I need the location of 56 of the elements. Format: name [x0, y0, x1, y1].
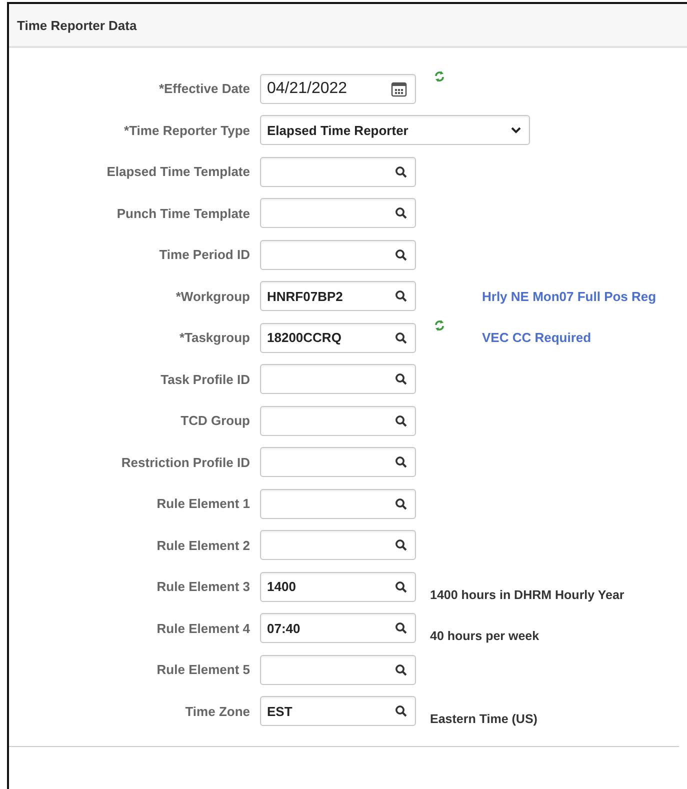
refresh-icon[interactable]	[434, 319, 445, 332]
lookup-field[interactable]	[260, 156, 416, 187]
field-label: *Time Reporter Type	[123, 122, 250, 138]
search-icon[interactable]	[395, 373, 407, 386]
search-icon[interactable]	[395, 539, 407, 552]
field-label: Elapsed Time Template	[106, 164, 250, 180]
calendar-icon[interactable]	[391, 80, 407, 97]
lookup-field[interactable]	[260, 406, 416, 436]
type-dropdown[interactable]: Elapsed Time Reporter	[260, 115, 530, 146]
lookup-field[interactable]: 1400	[260, 572, 416, 602]
search-icon[interactable]	[395, 622, 407, 634]
search-icon[interactable]	[395, 290, 407, 302]
field-label: Punch Time Template	[116, 206, 250, 221]
description-text: Eastern Time (US)	[430, 712, 538, 726]
search-icon[interactable]	[395, 332, 407, 344]
section-title: Time Reporter Data	[17, 18, 137, 32]
search-icon[interactable]	[395, 498, 407, 510]
refresh-icon[interactable]	[434, 70, 445, 83]
lookup-field[interactable]	[260, 198, 416, 228]
lookup-field[interactable]: 18200CCRQ	[260, 322, 416, 353]
description-link[interactable]: VEC CC Required	[482, 330, 592, 346]
lookup-field[interactable]	[260, 240, 416, 270]
caret-icon[interactable]	[511, 126, 521, 134]
search-icon[interactable]	[395, 580, 407, 593]
description-text: 1400 hours in DHRM Hourly Year	[430, 588, 624, 602]
lookup-field[interactable]: 07:40	[260, 613, 416, 644]
description-link[interactable]: Hrly NE Mon07 Full Pos Reg	[482, 288, 656, 304]
description-text: 40 hours per week	[430, 629, 540, 644]
lookup-field[interactable]	[260, 654, 416, 685]
field-label: Restriction Profile ID	[120, 454, 250, 470]
field-label: Rule Element 2	[156, 538, 250, 553]
field-label: Time Period ID	[158, 247, 250, 262]
field-label: Task Profile ID	[160, 372, 250, 387]
search-icon[interactable]	[395, 207, 407, 220]
search-icon[interactable]	[395, 166, 407, 178]
search-icon[interactable]	[395, 664, 407, 676]
lookup-field[interactable]: EST	[260, 696, 416, 726]
search-icon[interactable]	[395, 705, 407, 718]
field-label: *Effective Date	[158, 81, 250, 96]
lookup-field[interactable]	[260, 488, 416, 519]
lookup-field[interactable]: HNRF07BP2	[260, 281, 416, 312]
field-label: Rule Element 3	[156, 579, 250, 594]
search-icon[interactable]	[395, 248, 407, 261]
lookup-field[interactable]	[260, 364, 416, 394]
lookup-field[interactable]	[260, 530, 416, 560]
field-label: *Workgroup	[174, 288, 250, 304]
field-label: Time Zone	[184, 704, 250, 719]
search-icon[interactable]	[395, 414, 407, 427]
search-icon[interactable]	[395, 456, 407, 468]
field-label: TCD Group	[180, 413, 250, 428]
date-field[interactable]: 04/21/2022	[260, 74, 416, 104]
field-label: Rule Element 1	[156, 496, 250, 512]
field-label: Rule Element 4	[156, 620, 250, 636]
field-label: *Taskgroup	[178, 330, 250, 346]
lookup-field[interactable]	[260, 447, 416, 478]
field-label: Rule Element 5	[156, 662, 250, 678]
